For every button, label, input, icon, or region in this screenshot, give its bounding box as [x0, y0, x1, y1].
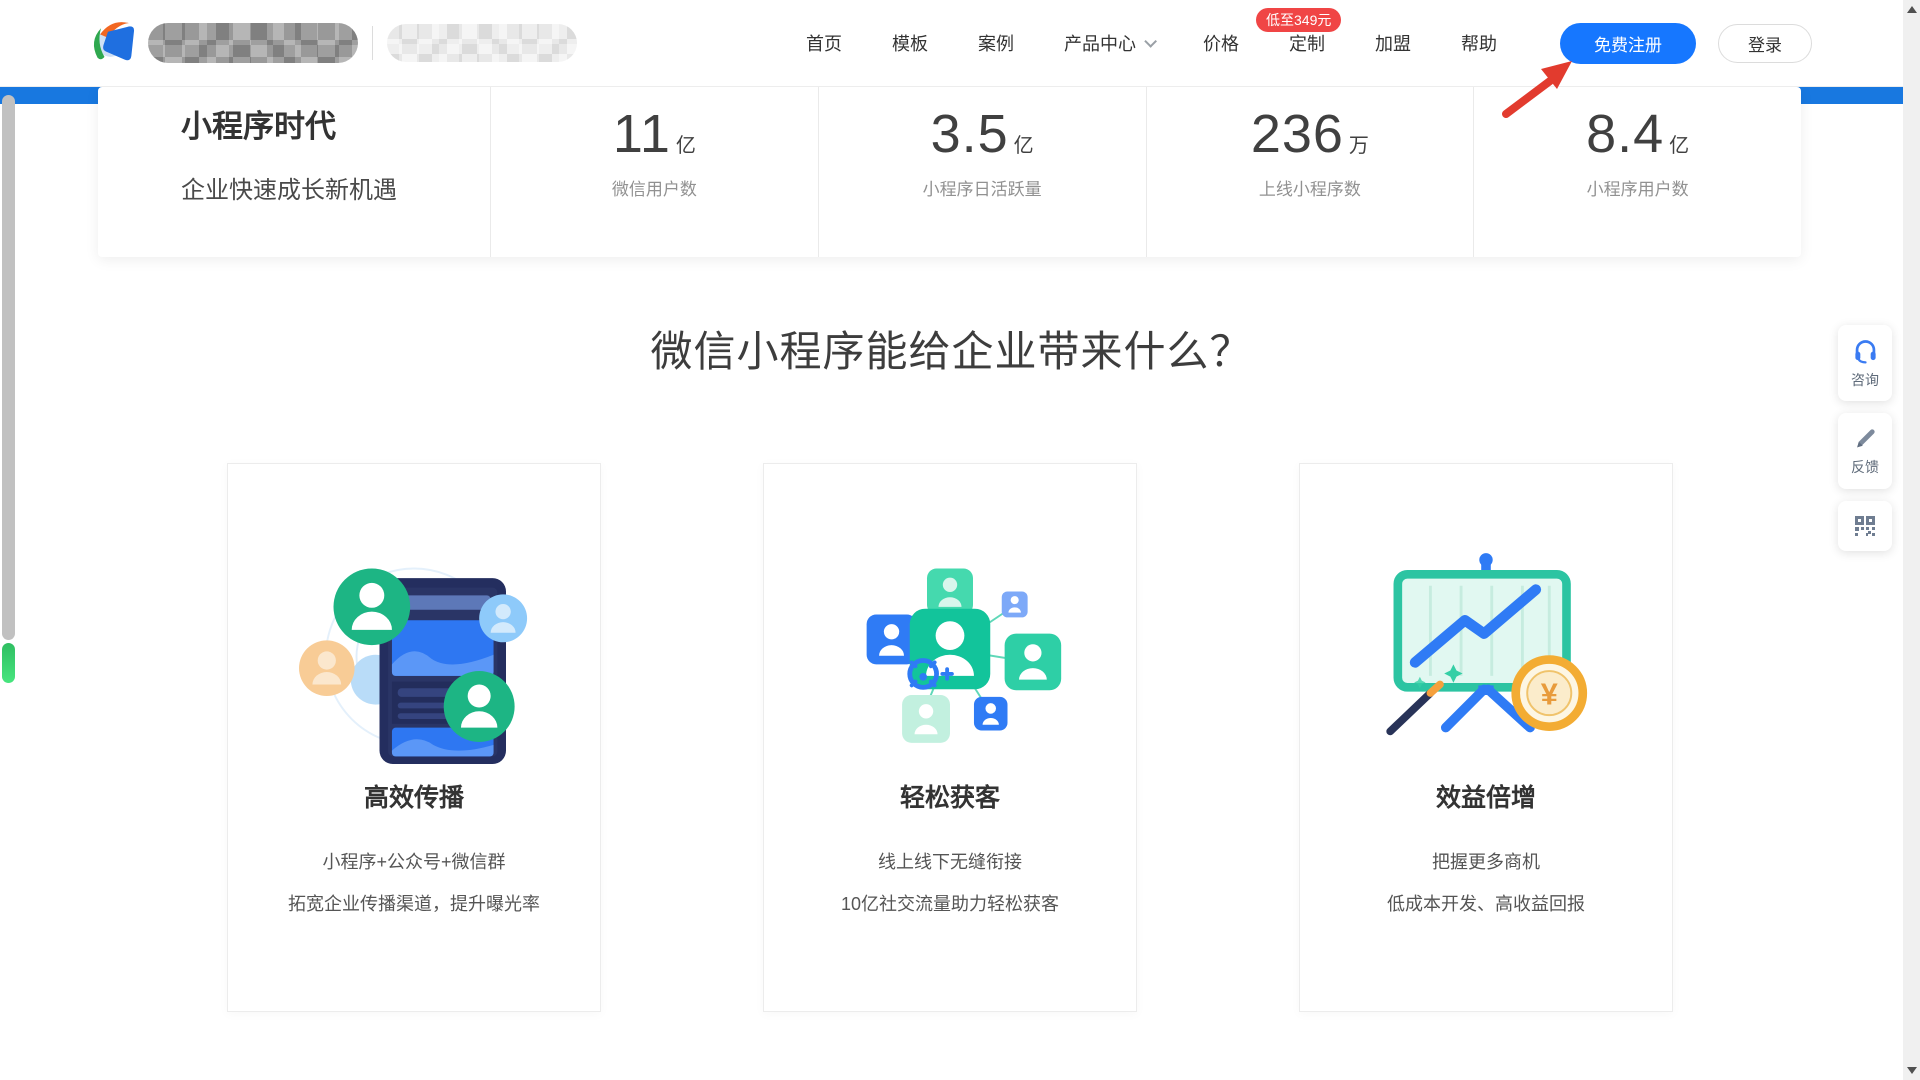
coin-yuan-symbol: ¥ [1541, 678, 1558, 712]
stats-intro: 小程序时代 企业快速成长新机遇 [98, 87, 490, 257]
avatar-network-illustration-icon [835, 534, 1065, 764]
blurred-brand-name [148, 23, 358, 63]
logo-divider [372, 26, 373, 60]
consult-button[interactable]: 咨询 [1838, 325, 1892, 401]
card-desc-line1: 小程序+公众号+微信群 [228, 848, 600, 874]
card-desc-line2: 拓宽企业传播渠道，提升曝光率 [228, 890, 600, 916]
phone-share-illustration-icon [299, 534, 529, 764]
annotation-arrow [1498, 58, 1588, 120]
card-title: 轻松获客 [764, 778, 1136, 814]
card-title: 效益倍增 [1300, 778, 1672, 814]
consult-label: 咨询 [1851, 370, 1879, 390]
stat-unit: 万 [1349, 129, 1369, 158]
card-desc-line1: 把握更多商机 [1300, 848, 1672, 874]
chevron-down-icon [1144, 35, 1157, 48]
stat-unit: 亿 [676, 129, 696, 158]
stat-value: 3.5 [931, 103, 1009, 165]
logo[interactable] [88, 0, 577, 86]
card-desc-line1: 线上线下无缝衔接 [764, 848, 1136, 874]
vertical-scrollbar[interactable] [1903, 0, 1920, 1080]
stat-value: 236 [1251, 103, 1344, 165]
nav-product-center[interactable]: 产品中心 [1064, 30, 1153, 56]
stat-daily-active: 3.5亿 小程序日活跃量 [818, 87, 1146, 257]
nav-help[interactable]: 帮助 [1461, 30, 1497, 56]
feature-cards-row: 高效传播 小程序+公众号+微信群 拓宽企业传播渠道，提升曝光率 [227, 463, 1673, 1012]
nav-templates[interactable]: 模板 [892, 30, 928, 56]
card-title: 高效传播 [228, 778, 600, 814]
headset-icon [1852, 337, 1879, 364]
stat-label: 微信用户数 [491, 175, 818, 200]
qr-code-icon [1853, 514, 1877, 538]
stat-label: 小程序用户数 [1474, 175, 1801, 200]
nav-join[interactable]: 加盟 [1375, 30, 1411, 56]
section-heading: 微信小程序能给企业带来什么？ [0, 318, 1903, 379]
stat-unit: 亿 [1669, 129, 1689, 158]
feedback-label: 反馈 [1851, 457, 1879, 477]
growth-chart-illustration-icon: ¥ [1371, 534, 1601, 764]
pencil-icon [1853, 426, 1878, 451]
stat-wechat-users: 11亿 微信用户数 [490, 87, 818, 257]
nav-pricing[interactable]: 价格 [1203, 30, 1239, 56]
scrollbar-up-arrow-icon[interactable] [1907, 6, 1917, 13]
card-benefit-growth[interactable]: ¥ 效益倍增 把握更多商机 低成本开发、高收益回报 [1299, 463, 1673, 1012]
nav-custom[interactable]: 定制 [1289, 30, 1325, 56]
card-desc-line2: 10亿社交流量助力轻松获客 [764, 890, 1136, 916]
stats-title: 小程序时代 [181, 107, 490, 147]
feedback-button[interactable]: 反馈 [1838, 413, 1892, 489]
nav-home[interactable]: 首页 [806, 30, 842, 56]
floating-widgets: 咨询 反馈 [1838, 325, 1892, 563]
price-badge: 低至349元 [1256, 8, 1341, 32]
login-button[interactable]: 登录 [1718, 24, 1812, 63]
stats-subtitle: 企业快速成长新机遇 [181, 170, 490, 205]
stat-value: 8.4 [1586, 103, 1664, 165]
top-navbar: 首页 模板 案例 产品中心 价格 定制 加盟 帮助 低至349元 免费注册 登录 [0, 0, 1903, 87]
card-spread[interactable]: 高效传播 小程序+公众号+微信群 拓宽企业传播渠道，提升曝光率 [227, 463, 601, 1012]
blurred-brand-subtitle [387, 24, 577, 62]
brand-logo-icon [88, 17, 140, 69]
stat-unit: 亿 [1014, 129, 1034, 158]
scrollbar-thumb[interactable] [2, 95, 15, 640]
scrollbar-green-marker [2, 643, 15, 683]
stat-label: 上线小程序数 [1147, 175, 1474, 200]
scrollbar-down-arrow-icon[interactable] [1907, 1067, 1917, 1074]
card-acquire-customers[interactable]: 轻松获客 线上线下无缝衔接 10亿社交流量助力轻松获客 [763, 463, 1137, 1012]
stat-online-miniprograms: 236万 上线小程序数 [1146, 87, 1474, 257]
qr-code-button[interactable] [1838, 501, 1892, 551]
nav-cases[interactable]: 案例 [978, 30, 1014, 56]
main-nav: 首页 模板 案例 产品中心 价格 定制 加盟 帮助 [806, 0, 1497, 86]
stat-value: 11 [613, 103, 671, 165]
card-desc-line2: 低成本开发、高收益回报 [1300, 890, 1672, 916]
stat-label: 小程序日活跃量 [819, 175, 1146, 200]
